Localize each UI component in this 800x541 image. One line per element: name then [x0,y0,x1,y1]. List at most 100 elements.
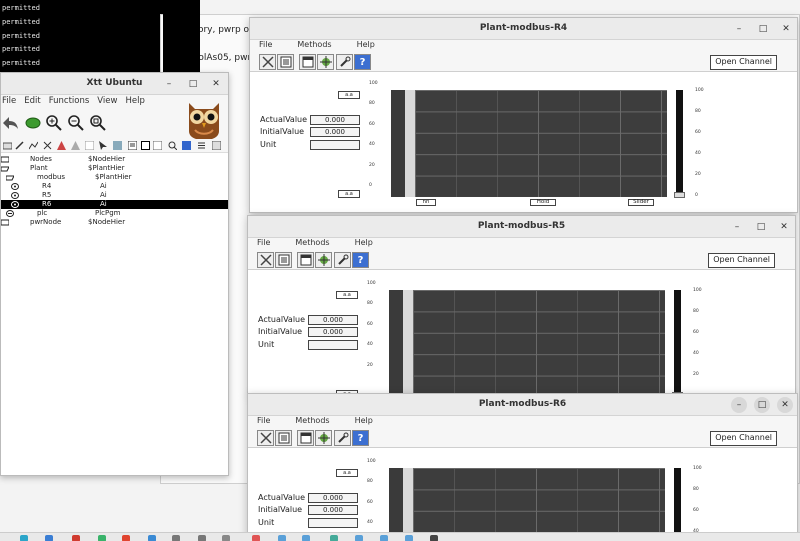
blank-icon[interactable] [85,141,94,150]
scale-up-button[interactable]: a.a [338,91,360,99]
graph-icon[interactable] [29,141,38,150]
alarm-icon[interactable] [57,141,66,150]
window-icon[interactable] [299,54,316,70]
taskbar-app-icon[interactable] [45,535,53,541]
plant-window-r6[interactable]: Plant-modbus-R6 – □ ✕ File Methods Help … [247,393,798,541]
notebook-icon[interactable] [275,430,292,446]
slider-track[interactable] [674,468,681,540]
plc-trace-icon[interactable] [317,54,334,70]
menu-help[interactable]: Help [125,95,149,109]
menu-help[interactable]: Help [355,238,378,250]
menu-help[interactable]: Help [355,416,378,428]
initial-value-field[interactable]: 0.000 [308,327,358,337]
menu-file[interactable]: File [259,40,277,52]
back-arrow-icon[interactable] [1,113,21,133]
slider-knob[interactable] [674,192,685,198]
slider-track[interactable] [676,90,683,197]
xtt-titlebar[interactable]: Xtt Ubuntu – □ ✕ [1,73,228,95]
zoom-in-icon[interactable] [44,113,64,133]
cursor-icon[interactable] [99,141,108,150]
taskbar-app-icon[interactable] [20,535,28,541]
scale-up-button[interactable]: a.a [336,291,358,299]
taskbar-app-icon[interactable] [148,535,156,541]
plant-window-r5[interactable]: Plant-modbus-R5 – □ ✕ File Methods Help … [247,215,796,395]
overview-icon[interactable] [113,141,122,150]
help-icon[interactable]: ? [352,430,369,446]
minimize-button[interactable]: – [731,397,747,413]
taskbar-app-icon[interactable] [330,535,338,541]
tree-node-pwrnode[interactable]: pwrNode $NodeHier [1,218,228,227]
minimize-button[interactable]: – [731,21,747,37]
scale-down-button[interactable]: a.a [338,190,360,198]
plc-trace-icon[interactable] [315,430,332,446]
plant-window-r4[interactable]: Plant-modbus-R4 – □ ✕ File Methods Help … [249,17,798,213]
menu-methods[interactable]: Methods [295,416,334,428]
window-icon[interactable] [297,252,314,268]
notebook-icon[interactable] [277,54,294,70]
close-button[interactable]: ✕ [776,219,792,235]
menu-file[interactable]: File [257,416,275,428]
page-icon[interactable] [153,141,162,150]
hold-button[interactable]: Hold [530,199,556,206]
taskbar-app-icon[interactable] [98,535,106,541]
menu-functions[interactable]: Functions [49,95,95,109]
taskbar-app-icon[interactable] [252,535,260,541]
table-icon[interactable] [212,141,221,150]
close-button[interactable]: ✕ [777,397,793,413]
tools-icon[interactable] [334,430,351,446]
open-channel-button[interactable]: Open Channel [708,253,775,268]
open-channel-button[interactable]: Open Channel [710,431,777,446]
initial-value-field[interactable]: 0.000 [310,127,360,137]
tree-node-nodes[interactable]: Nodes $NodeHier [1,155,228,164]
help-icon[interactable]: ? [354,54,371,70]
cross-icon[interactable] [43,141,52,150]
lamp-icon[interactable] [23,113,43,133]
taskbar-app-icon[interactable] [172,535,180,541]
plant-titlebar[interactable]: Plant-modbus-R5 – □ ✕ [248,216,795,238]
maximize-button[interactable]: □ [753,219,769,235]
taskbar-app-icon[interactable] [380,535,388,541]
xtt-window[interactable]: Xtt Ubuntu – □ ✕ File Edit Functions Vie… [0,72,229,476]
window-icon[interactable] [141,141,150,150]
maximize-button[interactable]: □ [185,76,201,92]
taskbar-app-icon[interactable] [430,535,438,541]
folder-icon[interactable] [3,141,12,150]
taskbar-app-icon[interactable] [278,535,286,541]
tree-node-plant[interactable]: Plant $PlantHier [1,164,228,173]
tree-node-r6[interactable]: R6 Ai [1,200,228,209]
menu-help[interactable]: Help [357,40,380,52]
crossed-tools-icon[interactable] [257,430,274,446]
taskbar-app-icon[interactable] [355,535,363,541]
notebook-icon[interactable] [275,252,292,268]
menu-file[interactable]: File [2,95,21,109]
tree-node-r4[interactable]: R4 Ai [1,182,228,191]
help-icon[interactable] [182,141,191,150]
crossed-tools-icon[interactable] [259,54,276,70]
taskbar-app-icon[interactable] [122,535,130,541]
menu-file[interactable]: File [257,238,275,250]
edit-icon[interactable] [15,141,24,150]
taskbar-app-icon[interactable] [72,535,80,541]
menu-view[interactable]: View [97,95,122,109]
plant-titlebar[interactable]: Plant-modbus-R6 – □ ✕ [248,394,797,416]
maximize-button[interactable]: □ [755,21,771,37]
help-icon[interactable]: ? [352,252,369,268]
window-icon[interactable] [297,430,314,446]
taskbar-app-icon[interactable] [198,535,206,541]
plc-trace-icon[interactable] [315,252,332,268]
search-icon[interactable] [168,141,177,150]
minimize-button[interactable]: – [729,219,745,235]
tree-node-modbus[interactable]: modbus $PlantHier [1,173,228,182]
list-icon[interactable] [197,141,206,150]
menu-methods[interactable]: Methods [295,238,334,250]
taskbar-app-icon[interactable] [222,535,230,541]
note-icon[interactable] [128,141,137,150]
zoom-reset-icon[interactable] [88,113,108,133]
crossed-tools-icon[interactable] [257,252,274,268]
minimize-button[interactable]: – [161,76,177,92]
open-channel-button[interactable]: Open Channel [710,55,777,70]
taskbar-app-icon[interactable] [405,535,413,541]
tree-node-r5[interactable]: R5 Ai [1,191,228,200]
plant-titlebar[interactable]: Plant-modbus-R4 – □ ✕ [250,18,797,40]
slider-track[interactable] [674,290,681,394]
